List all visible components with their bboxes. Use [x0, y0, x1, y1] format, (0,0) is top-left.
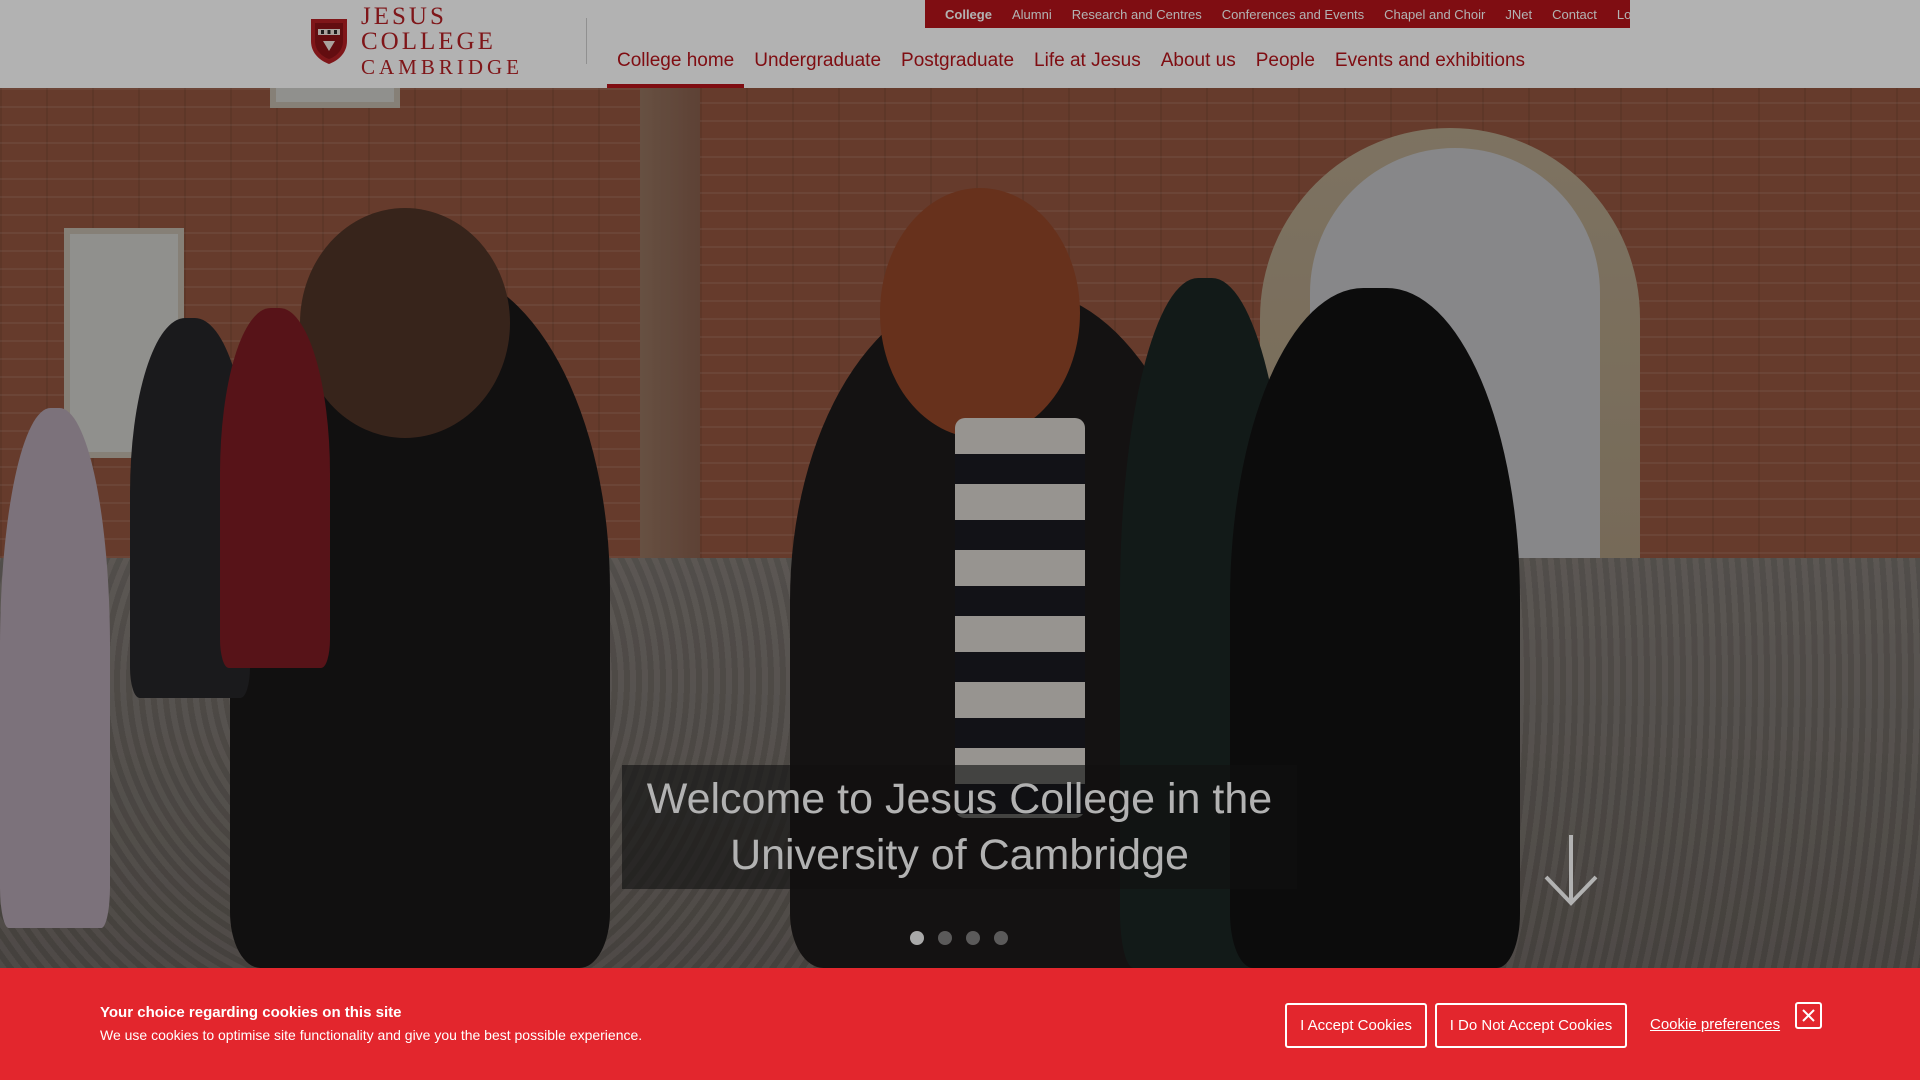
utility-item-college[interactable]: College	[935, 7, 1002, 22]
nav-about-us[interactable]: About us	[1151, 40, 1246, 88]
hero-caption: Welcome to Jesus College in the Universi…	[622, 765, 1297, 889]
nav-people[interactable]: People	[1246, 40, 1325, 88]
decline-cookies-button[interactable]: I Do Not Accept Cookies	[1435, 1003, 1627, 1048]
carousel-dot-2[interactable]	[938, 931, 952, 945]
utility-item-conferences[interactable]: Conferences and Events	[1212, 7, 1374, 22]
carousel-dot-1[interactable]	[910, 931, 924, 945]
logo-line-2: Cambridge	[361, 55, 524, 79]
cookie-banner-description: We use cookies to optimise site function…	[100, 1027, 643, 1043]
utility-item-chapel[interactable]: Chapel and Choir	[1374, 7, 1495, 22]
logo-divider	[586, 18, 587, 64]
close-icon[interactable]	[1795, 1002, 1822, 1029]
accept-cookies-button[interactable]: I Accept Cookies	[1285, 1003, 1427, 1048]
college-crest-icon	[311, 19, 347, 64]
nav-postgraduate[interactable]: Postgraduate	[891, 40, 1024, 88]
nav-undergraduate[interactable]: Undergraduate	[744, 40, 891, 88]
college-logo[interactable]: Jesus College Cambridge	[309, 4, 571, 78]
hero-carousel: Welcome to Jesus College in the Universi…	[0, 88, 1920, 968]
nav-life-at-jesus[interactable]: Life at Jesus	[1024, 40, 1151, 88]
arrow-down-icon[interactable]	[1542, 833, 1600, 907]
carousel-dot-3[interactable]	[966, 931, 980, 945]
utility-nav: College Alumni Research and Centres Conf…	[925, 0, 1652, 28]
carousel-dots	[910, 931, 1008, 945]
hero-caption-text: Welcome to Jesus College in the Universi…	[646, 775, 1273, 879]
cookie-preferences-link[interactable]: Cookie preferences	[1650, 1016, 1780, 1033]
close-icon-glyph	[1802, 1009, 1815, 1022]
cookie-banner-title: Your choice regarding cookies on this si…	[100, 1004, 402, 1021]
nav-college-home[interactable]: College home	[607, 40, 745, 88]
utility-item-contact[interactable]: Contact	[1542, 7, 1607, 22]
utility-item-login[interactable]: Log in	[1607, 7, 1662, 22]
carousel-dot-4[interactable]	[994, 931, 1008, 945]
cookie-banner	[0, 968, 1920, 1080]
main-nav: College home Undergraduate Postgraduate …	[607, 40, 1535, 88]
nav-events[interactable]: Events and exhibitions	[1325, 40, 1535, 88]
utility-item-research[interactable]: Research and Centres	[1062, 7, 1212, 22]
site-header: Jesus College Cambridge College Alumni R…	[0, 0, 1920, 88]
utility-item-jnet[interactable]: JNet	[1495, 7, 1542, 22]
utility-item-alumni[interactable]: Alumni	[1002, 7, 1062, 22]
logo-line-1: Jesus College	[361, 3, 496, 55]
